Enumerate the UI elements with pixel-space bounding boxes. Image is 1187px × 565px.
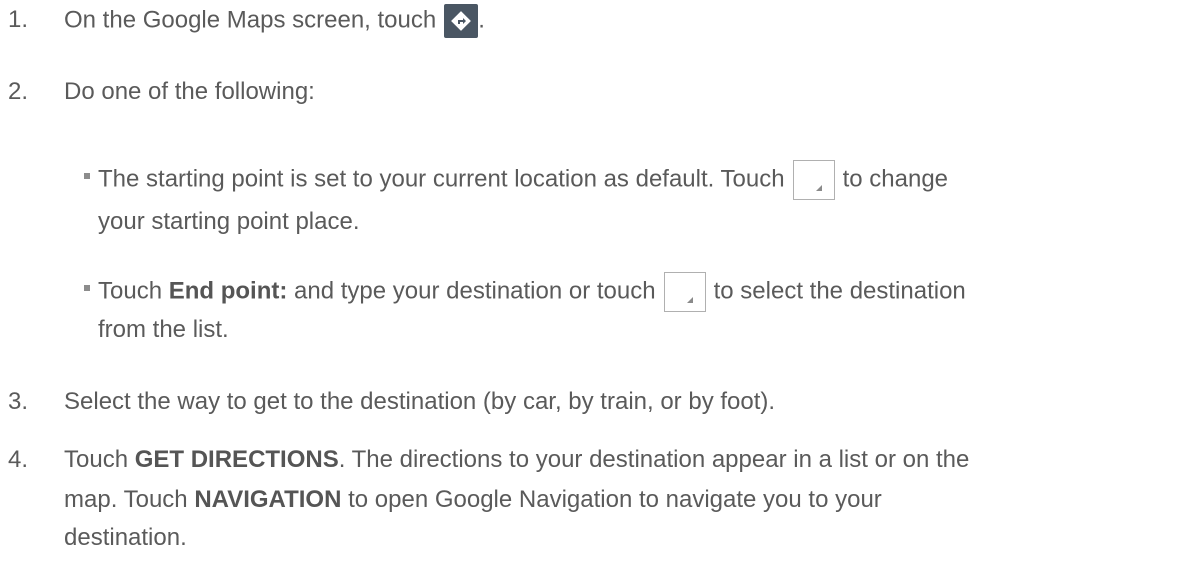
step-4-line-2: map. Touch NAVIGATION to open Google Nav…	[64, 486, 882, 513]
bullet-2: Touch End point: and type your destinati…	[98, 272, 966, 312]
bullet-1: The starting point is set to your curren…	[98, 160, 948, 200]
bullet-marker	[84, 285, 90, 291]
step-1-text: On the Google Maps screen, touch.	[64, 4, 485, 38]
step-2-text: Do one of the following:	[64, 78, 315, 105]
step-number: 2.	[8, 78, 29, 105]
dropdown-icon	[663, 272, 706, 312]
bullet-1-line-2: your starting point place.	[98, 208, 360, 235]
step-number: 1.	[8, 6, 29, 33]
bullet-marker	[84, 173, 90, 179]
step-number: 3.	[8, 388, 29, 415]
step-number: 4.	[8, 446, 29, 473]
dropdown-icon	[792, 160, 835, 200]
step-3-text: Select the way to get to the destination…	[64, 388, 776, 415]
bullet-2-line-2: from the list.	[98, 316, 229, 343]
directions-icon	[444, 4, 479, 38]
step-4-line-3: destination.	[64, 524, 187, 551]
step-4-line-1: Touch GET DIRECTIONS. The directions to …	[64, 446, 970, 473]
